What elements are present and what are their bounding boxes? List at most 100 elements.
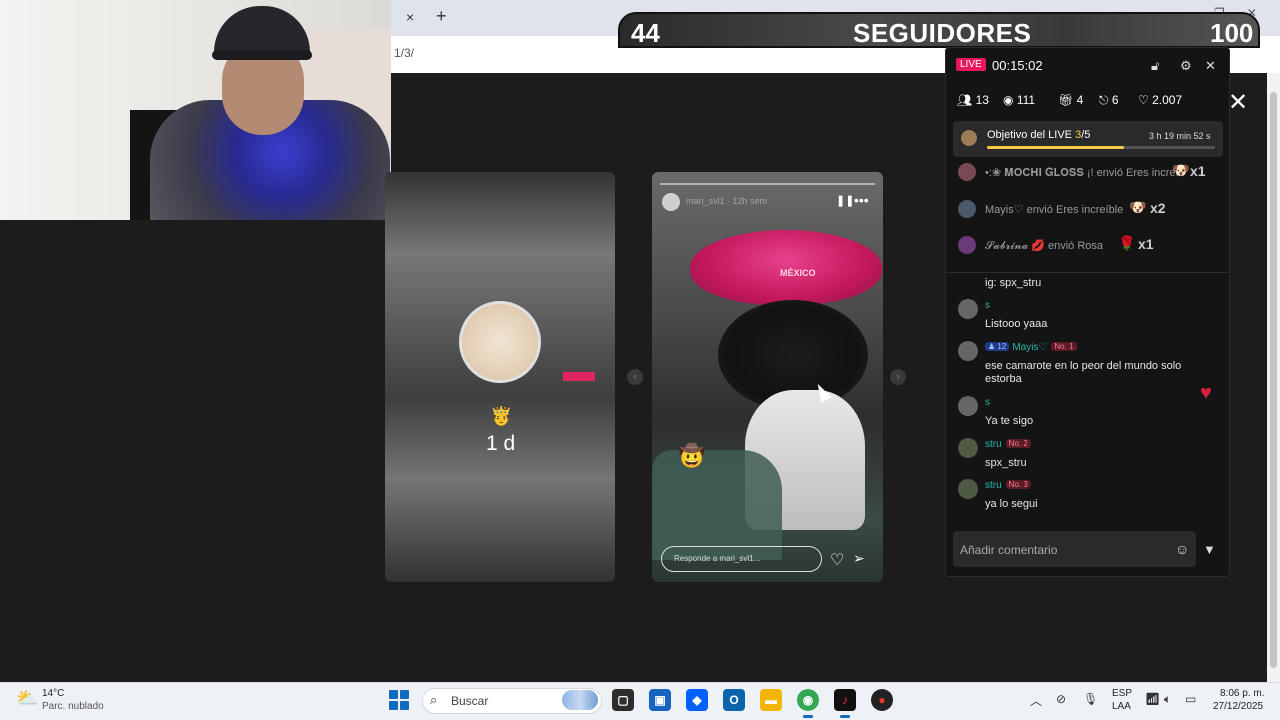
live-badge: LIVE <box>956 58 986 71</box>
like-heart-icon[interactable]: ♡ <box>830 550 844 570</box>
viewers-stat: ◉ 111 <box>1003 93 1035 107</box>
chat-username[interactable]: s <box>985 300 990 311</box>
chat-text: ig: spx_stru <box>985 277 1042 289</box>
scrollbar-thumb[interactable] <box>1270 92 1277 668</box>
windows-start-icon[interactable] <box>389 690 409 710</box>
weather-description[interactable]: Parc. nublado <box>42 701 104 712</box>
comment-placeholder[interactable]: Añadir comentario <box>960 543 1057 557</box>
search-icon: ⌕ <box>430 692 438 707</box>
rose-icon: 🌹 <box>1118 235 1136 251</box>
file-explorer-icon[interactable]: ▬ <box>760 689 782 711</box>
gear-icon[interactable]: ⚙ <box>1180 58 1192 74</box>
goal-label-text: Objetivo del LIVE <box>987 129 1072 141</box>
shares-count: 6 <box>1111 93 1119 107</box>
clock-date[interactable]: 27/12/2025 <box>1213 701 1263 712</box>
emoji-icon[interactable]: ☺ <box>1175 541 1189 557</box>
story-author-avatar[interactable] <box>662 193 680 211</box>
shares-stat: ⎋ 6 <box>1099 93 1119 108</box>
avatar[interactable] <box>958 236 976 254</box>
chrome-icon[interactable]: ◉ <box>797 689 819 711</box>
avatar[interactable] <box>958 438 978 458</box>
chat-message: s Ya te sigo <box>958 396 1220 428</box>
dropbox-icon[interactable]: ◆ <box>686 689 708 711</box>
members-icon: 👥︎ <box>957 93 973 107</box>
weather-cloud-sun-icon[interactable]: ⛅ <box>16 688 38 709</box>
chevron-up-icon[interactable]: ︿ <box>1030 692 1042 709</box>
close-panel-icon[interactable]: ✕ <box>1228 88 1248 117</box>
goal-target: 5 <box>1084 129 1091 141</box>
avatar[interactable] <box>958 479 978 499</box>
store-icon[interactable]: ▣ <box>649 689 671 711</box>
chat-username[interactable]: s <box>985 397 990 408</box>
keyboard-layout[interactable]: LAA <box>1112 701 1131 712</box>
avatar[interactable] <box>958 341 978 361</box>
panel-divider <box>946 272 1229 273</box>
streamer-cap-brim <box>212 50 312 60</box>
weather-temperature[interactable]: 14°C <box>42 688 64 699</box>
chat-username-row: ♟︎ 12 Mayis♡ No. 1 <box>985 342 1077 353</box>
green-blanket <box>652 450 782 560</box>
chat-username[interactable]: Mayis♡ <box>1012 342 1047 353</box>
gifts-count: 4 <box>1076 93 1084 107</box>
level-value: 12 <box>997 342 1007 351</box>
screen: × + 1/3/ — ❐ ✕ 44 SEGUIDORES 100 🤴 1 d ‹… <box>0 0 1280 720</box>
rank-badge: No. 3 <box>1005 480 1031 489</box>
story-label-tag <box>563 372 595 381</box>
chevron-left-icon[interactable]: ‹ <box>627 369 643 385</box>
story-progress-bar <box>660 183 875 185</box>
eye-icon: ◉ <box>1003 93 1014 107</box>
obs-icon[interactable]: ● <box>871 689 893 711</box>
security-icon[interactable]: ⊘ <box>1056 692 1066 706</box>
likes-stat: ♡ 2.007 <box>1138 93 1182 107</box>
chat-text: ya lo segui <box>985 498 1038 510</box>
outlook-icon[interactable]: O <box>723 689 745 711</box>
story-reply-placeholder[interactable]: Responde a mari_svl1... <box>674 554 760 563</box>
wifi-icon[interactable]: 📶︎ <box>1145 692 1160 706</box>
chat-username[interactable]: stru <box>985 439 1002 450</box>
story-user-avatar[interactable] <box>459 301 541 383</box>
gift-notification: Mayis♡ envió Eres increíble 🐶 x2 <box>958 199 1220 219</box>
language-code[interactable]: ESP <box>1112 688 1132 699</box>
chat-username-row: stru No. 3 <box>985 480 1031 491</box>
gift-notification: •:❀ 𝐌𝐎𝐂𝐇𝐈 𝐆𝐋𝐎𝐒𝐒 ¡! envió Eres increíb 🐶 … <box>958 162 1220 182</box>
volume-icon[interactable]: 🔈︎ <box>1164 692 1171 707</box>
battery-icon[interactable]: ▭ <box>1185 692 1196 706</box>
goal-time-left: 3 h 19 min 52 s <box>1149 131 1211 141</box>
hat-text: MÉXICO <box>780 268 816 278</box>
search-label[interactable]: Buscar <box>451 694 488 708</box>
chat-message: ig: spx_stru <box>958 276 1220 292</box>
url-text[interactable]: 1/3/ <box>394 46 414 60</box>
story-time-ago: 1 d <box>486 432 516 455</box>
webcam-overlay <box>0 0 391 220</box>
tab-close-icon[interactable]: × <box>406 9 414 25</box>
likes-count: 2.007 <box>1152 93 1183 107</box>
members-count: 13 <box>975 93 989 107</box>
share-send-icon[interactable]: ➢ <box>853 550 865 567</box>
clock-time[interactable]: 8:06 p. m. <box>1220 688 1264 699</box>
task-view-icon[interactable]: ▢ <box>612 689 634 711</box>
chat-message: s Listooo yaaa <box>958 299 1220 331</box>
chat-message: stru No. 3 ya lo segui <box>958 479 1220 511</box>
new-tab-button[interactable]: + <box>436 6 447 27</box>
avatar[interactable] <box>958 163 976 181</box>
gift-multiplier: x1 <box>1138 236 1154 252</box>
send-icon[interactable]: ▼ <box>1203 542 1216 557</box>
search-highlight-art[interactable] <box>562 690 598 710</box>
chat-username[interactable]: stru <box>985 480 1002 491</box>
more-options-icon[interactable]: ••• <box>854 192 869 208</box>
follower-target: 100 <box>1210 18 1254 48</box>
lock-icon[interactable]: 🔓︎ <box>1151 58 1159 74</box>
avatar[interactable] <box>958 396 978 416</box>
avatar[interactable] <box>958 200 976 218</box>
active-app-indicator <box>840 715 850 718</box>
avatar[interactable] <box>958 299 978 319</box>
story-author-name[interactable]: mari_svl1 · 12h sem <box>686 196 767 206</box>
microphone-icon[interactable]: 🎙︎ <box>1083 692 1098 706</box>
close-icon[interactable]: ✕ <box>1205 58 1216 74</box>
gift-icon: 🐶 <box>1129 199 1147 215</box>
pause-icon[interactable]: ❚❚ <box>836 194 854 207</box>
level-badge: ♟︎ 12 <box>985 342 1010 351</box>
chevron-right-icon[interactable]: › <box>890 369 906 385</box>
tiktok-icon[interactable]: ♪ <box>834 689 856 711</box>
rank-badge: No. 1 <box>1051 342 1077 351</box>
